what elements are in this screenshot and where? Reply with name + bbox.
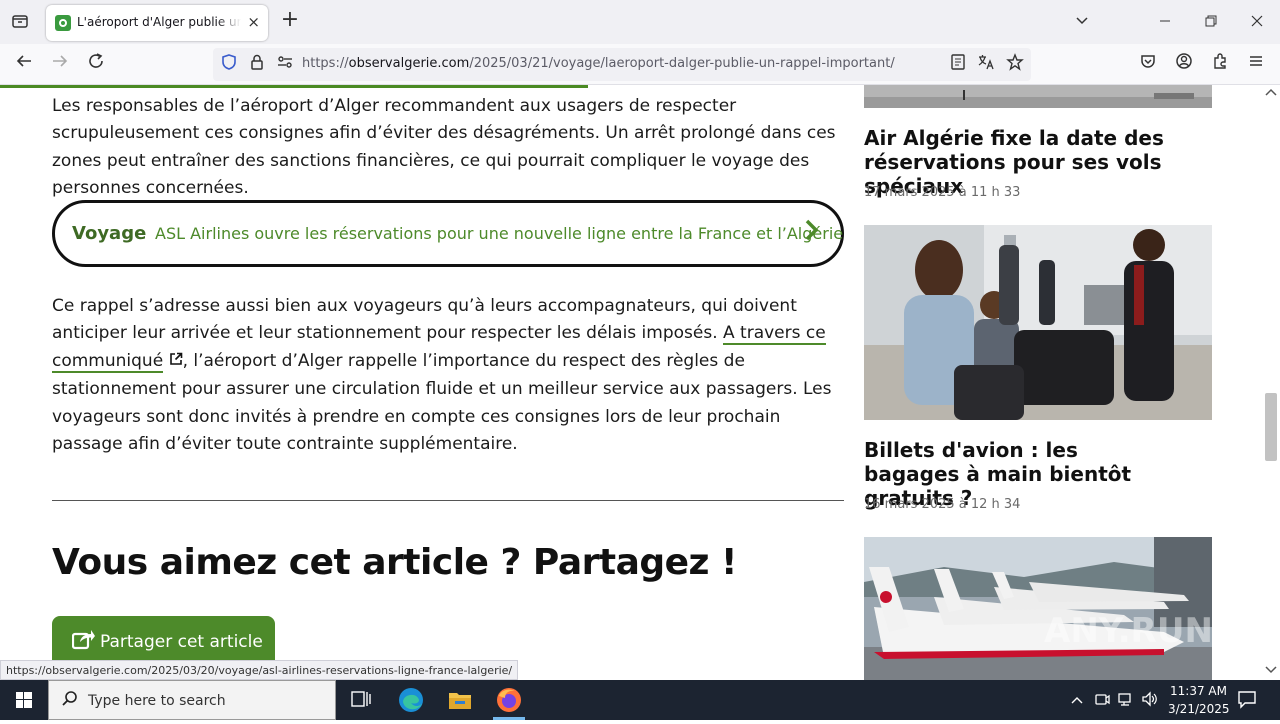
- site-permissions-icon[interactable]: [273, 53, 297, 77]
- related-article-card[interactable]: Voyage ASL Airlines ouvre les réservatio…: [52, 200, 844, 267]
- search-icon: [61, 690, 79, 712]
- taskbar-search-input[interactable]: Type here to search: [48, 680, 336, 720]
- network-icon[interactable]: [1117, 690, 1137, 710]
- section-divider: [52, 500, 844, 501]
- url-text[interactable]: https://observalgerie.com/2025/03/21/voy…: [302, 56, 895, 71]
- reading-progress-bar: [0, 85, 588, 88]
- reload-icon[interactable]: [84, 52, 108, 76]
- chevron-right-icon: [803, 217, 821, 250]
- url-path: /2025/03/21/voyage/laeroport-dalger-publ…: [469, 56, 895, 71]
- share-icon: [71, 628, 96, 656]
- search-placeholder: Type here to search: [88, 693, 226, 709]
- chevron-up-icon[interactable]: [1068, 691, 1088, 711]
- windows-logo-icon: [16, 692, 32, 708]
- lock-icon[interactable]: [245, 53, 269, 77]
- site-favicon-icon: [55, 15, 71, 31]
- restore-window-icon[interactable]: [1201, 12, 1221, 32]
- account-icon[interactable]: [1172, 52, 1196, 76]
- close-tab-icon[interactable]: ×: [247, 13, 260, 31]
- hamburger-menu-icon[interactable]: [1244, 52, 1268, 76]
- related-category: Voyage: [72, 223, 147, 244]
- navigation-toolbar: https://observalgerie.com/2025/03/21/voy…: [0, 44, 1280, 85]
- volume-icon[interactable]: [1141, 690, 1161, 710]
- tracking-protection-shield-icon[interactable]: [217, 53, 241, 77]
- scroll-down-arrow-icon[interactable]: [1265, 666, 1277, 677]
- back-arrow-icon[interactable]: [12, 52, 36, 76]
- related-title-link[interactable]: ASL Airlines ouvre les réservations pour…: [155, 224, 843, 243]
- vertical-scrollbar[interactable]: [1262, 85, 1280, 680]
- minimize-window-icon[interactable]: [1155, 12, 1175, 32]
- sidebar-item-date: 16 mars 2025 à 12 h 34: [864, 497, 1021, 512]
- clock-date[interactable]: 3/21/2025: [1168, 702, 1230, 716]
- start-button[interactable]: [0, 680, 48, 720]
- paragraph-2-text-start: Ce rappel s’adresse aussi bien aux voyag…: [52, 296, 797, 344]
- url-domain: observalgerie.com: [348, 56, 470, 71]
- list-all-tabs-icon[interactable]: [1072, 12, 1092, 33]
- external-link-icon: [169, 352, 183, 370]
- scrollbar-thumb[interactable]: [1265, 393, 1277, 461]
- share-heading: Vous aimez cet article ? Partagez !: [52, 542, 737, 583]
- sidebar-image-airport-top[interactable]: [864, 85, 1212, 108]
- notification-center-icon[interactable]: [1236, 688, 1260, 712]
- article-paragraph-1: Les responsables de l’aéroport d’Alger r…: [52, 96, 836, 199]
- address-bar[interactable]: https://observalgerie.com/2025/03/21/voy…: [213, 48, 1031, 81]
- scroll-up-arrow-icon[interactable]: [1265, 88, 1277, 99]
- url-scheme: https://: [302, 56, 349, 71]
- tab-strip: L'aéroport d'Alger publie un rappel impo…: [0, 0, 1280, 44]
- firefox-icon[interactable]: [495, 686, 523, 714]
- sidebar-item-date: 17 mars 2025 à 11 h 33: [864, 185, 1021, 200]
- tab-overview-icon[interactable]: [9, 12, 31, 35]
- edge-browser-icon[interactable]: [397, 686, 425, 714]
- extensions-icon[interactable]: [1208, 52, 1232, 76]
- meet-now-icon[interactable]: [1093, 690, 1113, 710]
- forward-arrow-icon[interactable]: [48, 52, 72, 76]
- share-button-label: Partager cet article: [100, 632, 263, 652]
- sidebar-image-air-algerie-planes[interactable]: ANY.RUN: [864, 537, 1212, 680]
- translate-icon[interactable]: [974, 53, 998, 77]
- article-paragraph-2: Ce rappel s’adresse aussi bien aux voyag…: [52, 293, 848, 458]
- browser-tab-active[interactable]: L'aéroport d'Alger publie un rappel impo…: [46, 5, 268, 41]
- clock-time[interactable]: 11:37 AM: [1170, 684, 1227, 698]
- link-status-tooltip: https://observalgerie.com/2025/03/20/voy…: [0, 660, 519, 680]
- sidebar-image-travelers-luggage[interactable]: [864, 225, 1212, 420]
- pocket-icon[interactable]: [1136, 52, 1160, 76]
- windows-taskbar: Type here to search 11:37 AM 3/21/2025: [0, 680, 1280, 720]
- bookmark-star-icon[interactable]: [1003, 53, 1027, 77]
- new-tab-button[interactable]: +: [280, 9, 300, 31]
- task-view-icon[interactable]: [347, 686, 375, 714]
- file-explorer-icon[interactable]: [446, 686, 474, 714]
- reader-view-icon[interactable]: [946, 53, 970, 77]
- close-window-icon[interactable]: [1247, 12, 1267, 32]
- tab-title: L'aéroport d'Alger publie un rappel impo…: [77, 15, 241, 29]
- watermark-logo: ANY.RUN: [1044, 611, 1212, 651]
